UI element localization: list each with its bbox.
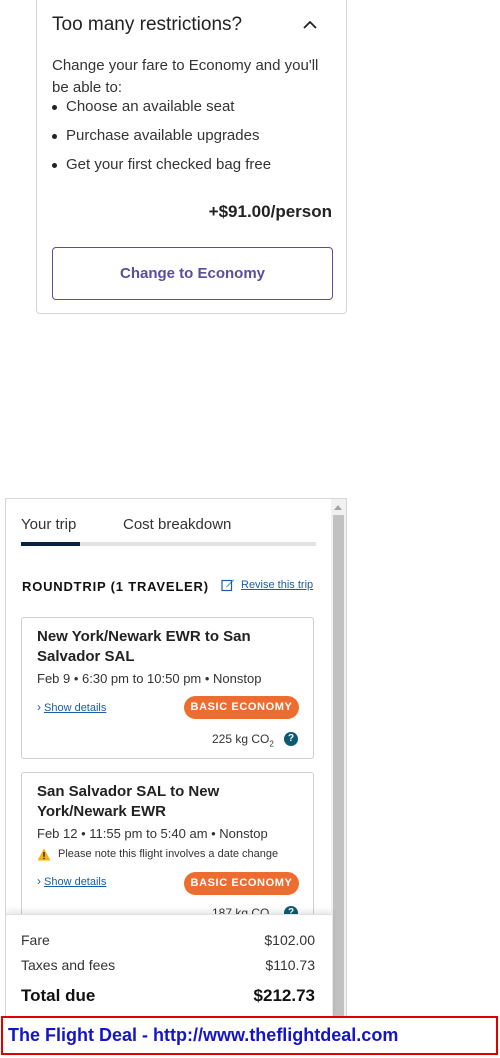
- total-due-label: Total due: [21, 986, 96, 1005]
- bullet: [52, 105, 57, 110]
- benefits-list: Choose an available seat Purchase availa…: [52, 96, 271, 183]
- flight-segment: New York/Newark EWR to San Salvador SAL …: [21, 617, 314, 759]
- revise-label: Revise this trip: [241, 579, 314, 591]
- revise-trip-link[interactable]: Revise this trip: [221, 579, 314, 592]
- chevron-up-icon[interactable]: [299, 14, 321, 36]
- total-due-row: Total due $212.73: [21, 986, 315, 1006]
- segment-times: Feb 9 • 6:30 pm to 10:50 pm • Nonstop: [37, 671, 262, 686]
- benefit-item: Choose an available seat: [52, 96, 271, 125]
- warning-icon: [37, 848, 51, 861]
- show-details-link[interactable]: › Show details: [37, 700, 106, 714]
- price-summary: Fare $102.00 Taxes and fees $110.73 Tota…: [6, 914, 332, 1017]
- benefit-item: Purchase available upgrades: [52, 125, 271, 154]
- benefit-item: Get your first checked bag free: [52, 154, 271, 183]
- taxes-row: Taxes and fees $110.73: [21, 957, 315, 973]
- fare-value: $102.00: [264, 932, 315, 948]
- restrictions-intro: Change your fare to Economy and you'll b…: [52, 57, 319, 96]
- change-to-economy-button[interactable]: Change to Economy: [52, 247, 333, 300]
- flight-segment: San Salvador SAL to New York/Newark EWR …: [21, 772, 314, 932]
- upgrade-price: +$91.00/person: [208, 202, 332, 221]
- tab-active-indicator: [21, 542, 80, 546]
- fare-class-badge: BASIC ECONOMY: [184, 872, 299, 895]
- co2-value: 225 kg CO: [212, 732, 270, 746]
- show-details-label: Show details: [44, 876, 107, 888]
- taxes-label: Taxes and fees: [21, 957, 116, 973]
- date-change-warning: Please note this flight involves a date …: [37, 848, 279, 861]
- help-icon[interactable]: ?: [284, 732, 298, 746]
- trip-panel: Your trip Cost breakdown ROUNDTRIP (1 TR…: [5, 498, 347, 1018]
- fare-label: Fare: [21, 932, 50, 948]
- chevron-right-icon: ›: [37, 874, 41, 888]
- watermark-banner: The Flight Deal - http://www.theflightde…: [1, 1016, 498, 1055]
- scroll-up-arrow-icon[interactable]: [334, 505, 342, 510]
- scroll-thumb[interactable]: [333, 515, 344, 1017]
- edit-icon: [221, 579, 234, 592]
- tab-your-trip[interactable]: Your trip: [21, 516, 76, 533]
- watermark-text: The Flight Deal - http://www.theflightde…: [8, 1025, 399, 1045]
- benefit-label: Choose an available seat: [66, 98, 235, 115]
- fare-class-badge: BASIC ECONOMY: [184, 696, 299, 719]
- segment-route: San Salvador SAL to New York/Newark EWR: [37, 783, 220, 820]
- taxes-value: $110.73: [265, 957, 315, 973]
- warning-text: Please note this flight involves a date …: [58, 848, 279, 860]
- segment-times: Feb 12 • 11:55 pm to 5:40 am • Nonstop: [37, 826, 268, 841]
- segment-route: New York/Newark EWR to San Salvador SAL: [37, 628, 251, 665]
- bullet: [52, 134, 57, 139]
- show-details-label: Show details: [44, 702, 107, 714]
- benefit-label: Purchase available upgrades: [66, 127, 260, 144]
- bullet: [52, 163, 57, 168]
- tab-cost-breakdown[interactable]: Cost breakdown: [123, 516, 231, 533]
- fare-row: Fare $102.00: [21, 932, 315, 948]
- total-due-value: $212.73: [253, 986, 315, 1005]
- show-details-link[interactable]: › Show details: [37, 874, 106, 888]
- restrictions-card: Too many restrictions? Change your fare …: [36, 0, 347, 314]
- scrollbar[interactable]: [331, 499, 346, 1017]
- benefit-label: Get your first checked bag free: [66, 156, 272, 173]
- chevron-right-icon: ›: [37, 700, 41, 714]
- co2-emissions: 225 kg CO2: [212, 732, 274, 748]
- trip-heading: ROUNDTRIP (1 TRAVELER): [22, 579, 209, 594]
- restrictions-title: Too many restrictions?: [52, 14, 243, 35]
- co2-subscript: 2: [269, 739, 274, 749]
